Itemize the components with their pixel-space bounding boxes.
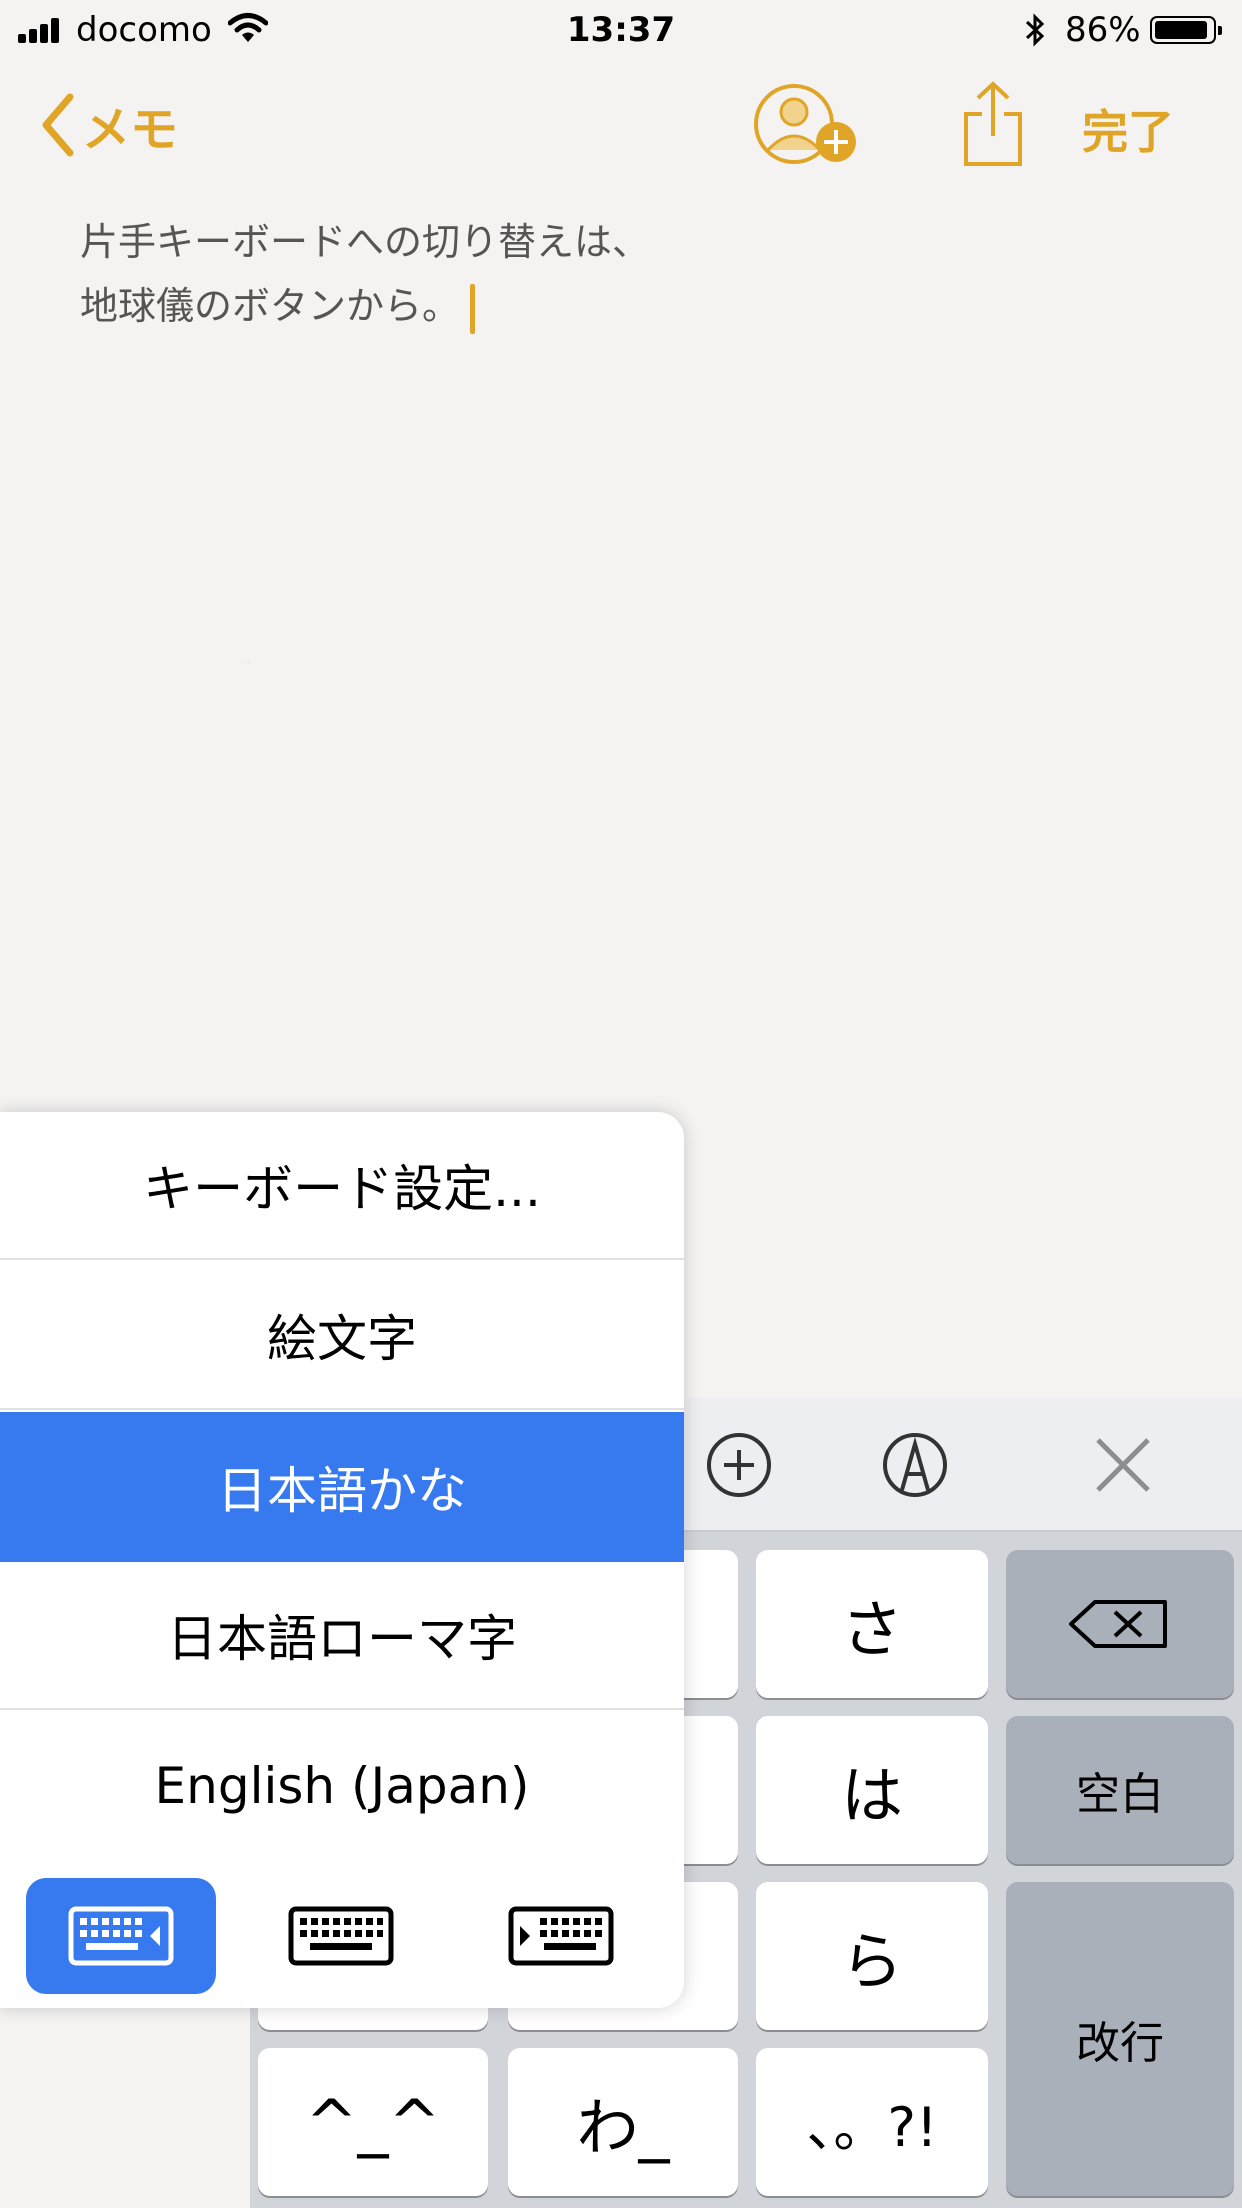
key-ra[interactable]: ら (756, 1882, 988, 2030)
keyboard-full-icon (288, 1906, 394, 1966)
done-button[interactable]: 完了 (1082, 96, 1174, 162)
menu-item-japanese-romaji[interactable]: 日本語ローマ字 (0, 1562, 684, 1710)
note-text[interactable]: 片手キーボードへの切り替えは、 地球儀のボタンから。 (80, 210, 650, 338)
keyboard-right-button[interactable] (466, 1878, 656, 1994)
share-icon[interactable] (962, 80, 1024, 168)
back-button-label: メモ (82, 102, 179, 158)
battery-icon (1150, 16, 1222, 44)
bluetooth-icon (1025, 13, 1045, 47)
note-line-2-text: 地球儀のボタンから。 (80, 284, 461, 328)
key-wa[interactable]: わ_ (508, 2048, 738, 2196)
note-line-1: 片手キーボードへの切り替えは、 (80, 220, 651, 264)
key-kaomoji[interactable]: ^_^ (258, 2048, 488, 2196)
back-button[interactable]: メモ (40, 90, 178, 160)
menu-item-english-japan[interactable]: English (Japan) (0, 1712, 684, 1860)
keyboard-full-button[interactable] (246, 1878, 436, 1994)
key-punctuation[interactable]: 、。?! (756, 2048, 988, 2196)
status-bar: docomo 13:37 86% (0, 0, 1242, 62)
text-cursor (470, 283, 476, 334)
battery-percentage: 86% (1065, 10, 1141, 50)
space-key[interactable]: 空白 (1006, 1716, 1234, 1864)
keyboard-left-icon (68, 1906, 174, 1966)
delete-key[interactable] (1006, 1550, 1234, 1698)
menu-item-japanese-kana[interactable]: 日本語かな (0, 1412, 684, 1562)
keyboard-left-button[interactable] (26, 1878, 216, 1994)
delete-icon (1069, 1600, 1167, 1648)
close-icon[interactable] (1088, 1430, 1158, 1500)
return-key[interactable]: 改行 (1006, 1882, 1234, 2196)
note-line-2: 地球儀のボタンから。 (80, 274, 650, 338)
keyboard-right-icon (508, 1906, 614, 1966)
add-people-icon[interactable] (752, 82, 862, 172)
chevron-left-icon (42, 93, 74, 157)
status-time: 13:37 (566, 10, 676, 50)
key-sa[interactable]: さ (756, 1550, 988, 1698)
key-ha[interactable]: は (756, 1716, 988, 1864)
add-icon[interactable] (704, 1430, 774, 1500)
keyboard-switcher-menu: キーボード設定... 絵文字 日本語かな 日本語ローマ字 English (Ja… (0, 1112, 684, 2008)
menu-item-keyboard-settings[interactable]: キーボード設定... (0, 1112, 684, 1260)
markup-icon[interactable] (880, 1430, 950, 1500)
menu-item-emoji[interactable]: 絵文字 (0, 1262, 684, 1410)
